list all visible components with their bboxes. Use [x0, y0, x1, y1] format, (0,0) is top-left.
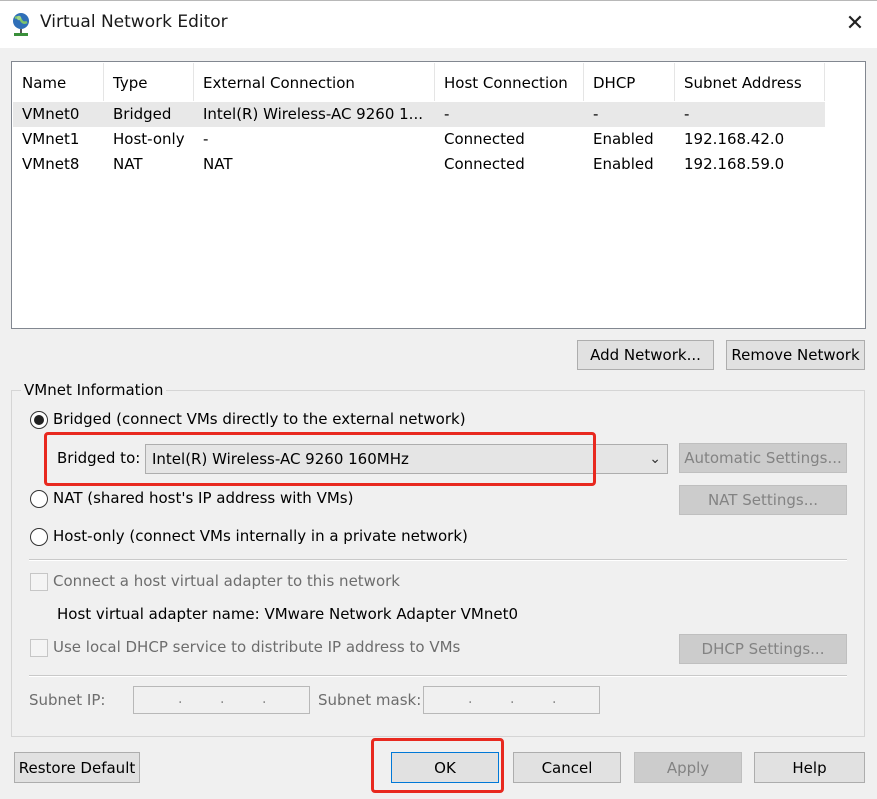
cell-external-connection: NAT — [203, 155, 233, 173]
column-header-name[interactable]: Name — [13, 63, 104, 101]
chevron-down-icon: ⌄ — [649, 451, 661, 467]
network-list[interactable]: Name Type External Connection Host Conne… — [11, 61, 866, 329]
cell-external-connection: Intel(R) Wireless-AC 9260 1... — [203, 105, 423, 123]
automatic-settings-button[interactable]: Automatic Settings... — [679, 443, 847, 473]
subnet-ip-field[interactable]: ... — [133, 686, 310, 714]
cell-external-connection: - — [203, 130, 209, 148]
cell-subnet-address: - — [684, 105, 690, 123]
adapter-name-text: Host virtual adapter name: VMware Networ… — [57, 605, 519, 623]
cell-dhcp: - — [593, 105, 599, 123]
bridged-to-select[interactable]: Intel(R) Wireless-AC 9260 160MHz ⌄ — [145, 444, 668, 474]
cell-host-connection: - — [444, 105, 450, 123]
subnet-mask-label: Subnet mask: — [318, 691, 422, 709]
remove-network-button[interactable]: Remove Network — [726, 340, 865, 370]
nat-radio-label[interactable]: NAT (shared host's IP address with VMs) — [53, 489, 353, 507]
column-header-subnet-address[interactable]: Subnet Address — [675, 63, 825, 101]
cell-name: VMnet8 — [22, 155, 80, 173]
window-title: Virtual Network Editor — [40, 12, 228, 32]
cell-type: Host-only — [113, 130, 185, 148]
connect-adapter-label: Connect a host virtual adapter to this n… — [53, 572, 400, 590]
cancel-button[interactable]: Cancel — [513, 752, 621, 783]
column-header-host-connection[interactable]: Host Connection — [435, 63, 584, 101]
bridged-radio[interactable] — [30, 411, 48, 429]
cell-dhcp: Enabled — [593, 155, 654, 173]
bridged-radio-label[interactable]: Bridged (connect VMs directly to the ext… — [53, 410, 466, 428]
column-header-dhcp[interactable]: DHCP — [584, 63, 675, 101]
cell-dhcp: Enabled — [593, 130, 654, 148]
ok-button[interactable]: OK — [391, 752, 499, 783]
cell-host-connection: Connected — [444, 130, 525, 148]
table-row[interactable]: VMnet8 NAT NAT Connected Enabled 192.168… — [13, 152, 825, 177]
close-icon[interactable]: ✕ — [840, 8, 870, 40]
apply-button[interactable]: Apply — [634, 752, 742, 783]
divider — [29, 559, 847, 561]
table-row[interactable]: VMnet0 Bridged Intel(R) Wireless-AC 9260… — [13, 102, 825, 127]
cell-name: VMnet0 — [22, 105, 80, 123]
column-header-type[interactable]: Type — [104, 63, 194, 101]
subnet-mask-field[interactable]: ... — [423, 686, 600, 714]
cell-host-connection: Connected — [444, 155, 525, 173]
hostonly-radio[interactable] — [30, 528, 48, 546]
restore-default-button[interactable]: Restore Default — [14, 752, 140, 783]
nat-radio[interactable] — [30, 490, 48, 508]
bridged-to-value: Intel(R) Wireless-AC 9260 160MHz — [152, 450, 409, 468]
nat-settings-button[interactable]: NAT Settings... — [679, 485, 847, 515]
help-button[interactable]: Help — [754, 752, 865, 783]
use-dhcp-checkbox[interactable] — [30, 639, 48, 657]
divider — [29, 675, 847, 677]
subnet-ip-label: Subnet IP: — [29, 691, 106, 709]
cell-type: NAT — [113, 155, 143, 173]
group-label: VMnet Information — [21, 381, 167, 399]
connect-adapter-checkbox[interactable] — [30, 573, 48, 591]
cell-subnet-address: 192.168.59.0 — [684, 155, 785, 173]
table-row[interactable]: VMnet1 Host-only - Connected Enabled 192… — [13, 127, 825, 152]
network-globe-icon — [13, 13, 29, 36]
cell-name: VMnet1 — [22, 130, 80, 148]
hostonly-radio-label[interactable]: Host-only (connect VMs internally in a p… — [53, 527, 468, 545]
cell-type: Bridged — [113, 105, 172, 123]
use-dhcp-label: Use local DHCP service to distribute IP … — [53, 638, 461, 656]
column-header-external-connection[interactable]: External Connection — [194, 63, 435, 101]
add-network-button[interactable]: Add Network... — [577, 340, 714, 370]
bridged-to-label: Bridged to: — [57, 449, 141, 467]
dhcp-settings-button[interactable]: DHCP Settings... — [679, 634, 847, 664]
cell-subnet-address: 192.168.42.0 — [684, 130, 785, 148]
